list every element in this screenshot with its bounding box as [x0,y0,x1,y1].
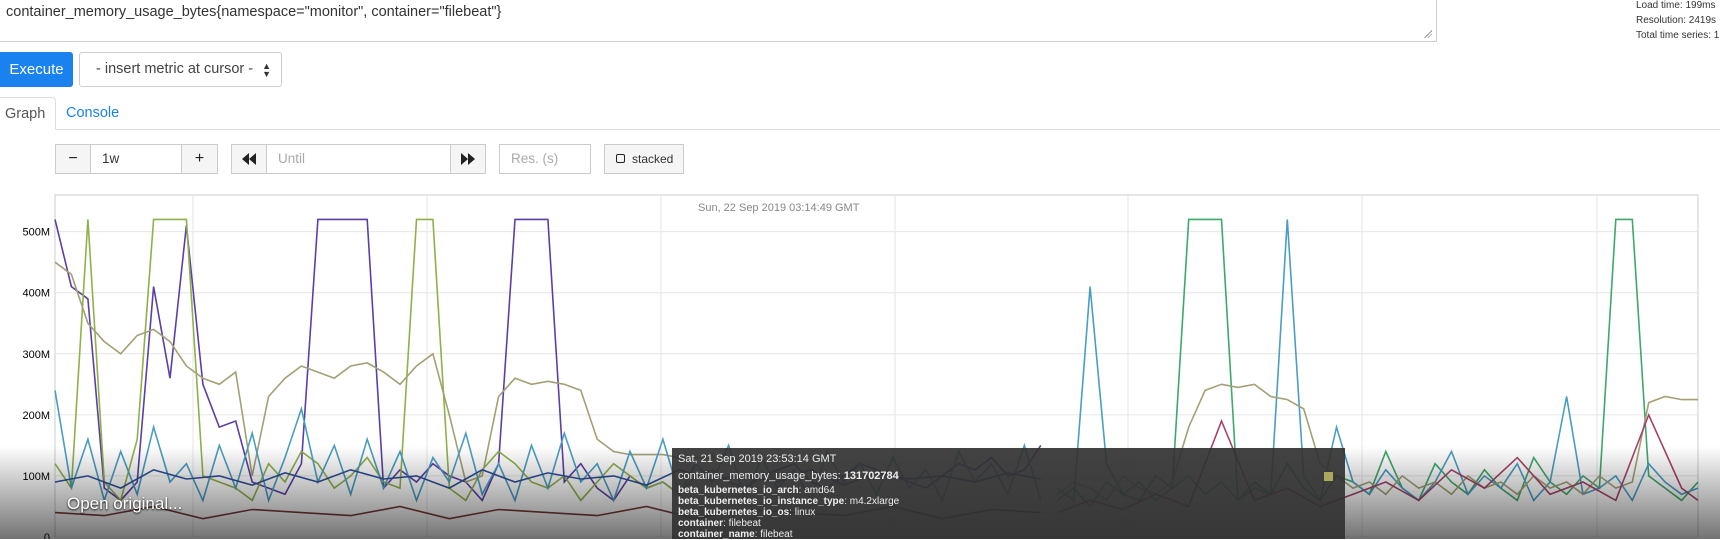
metric-select-value: - insert metric at cursor - [96,61,254,77]
range-input[interactable]: 1w [90,144,182,174]
tooltip-label-value: amd64 [804,485,835,496]
tooltip-label-value: filebeat [728,518,761,529]
y-tick-label: 500M [22,227,50,239]
double-chevron-left-icon [242,153,256,165]
select-arrows-icon: ▲ ▼ [262,61,271,79]
stacked-toggle[interactable]: stacked [604,144,684,174]
tooltip-label-row: beta_kubernetes_io_instance_type: m4.2xl… [678,496,900,507]
checkbox-icon [616,154,625,163]
until-input[interactable]: Until [266,144,451,174]
tooltip-date: Sat, 21 Sep 2019 23:53:14 GMT [678,453,837,465]
tooltip-label-value: m4.2xlarge [849,496,900,507]
expression-input[interactable]: container_memory_usage_bytes{namespace="… [0,0,1437,42]
tooltip-label-key: beta_kubernetes_io_arch [678,485,799,496]
tooltip-label-value: linux [794,507,816,518]
resolution-input[interactable]: Res. (s) [499,144,591,174]
double-chevron-right-icon [461,153,475,165]
tooltip-label-row: beta_kubernetes_io_os: linux [678,507,816,518]
y-tick-label: 400M [22,288,50,300]
tooltip-label-value: filebeat [760,529,793,540]
query-stats: Load time: 199ms Resolution: 2419s Total… [1636,0,1719,43]
tooltip-metric: container_memory_usage_bytes: 131702784 [678,471,1339,482]
tooltip-metric-value: 131702784 [843,470,899,482]
tooltip-label-row: container: filebeat [678,518,761,529]
metric-select[interactable]: - insert metric at cursor - ▲ ▼ [79,52,282,87]
series-color-swatch [1324,472,1333,481]
resize-handle-icon[interactable] [1424,30,1432,38]
tooltip-label-key: container [678,518,724,529]
tooltip-label-row: beta_kubernetes_io_arch: amd64 [678,485,835,496]
tab-graph[interactable]: Graph [0,97,56,130]
tab-console[interactable]: Console [66,97,119,130]
range-decrease-button[interactable]: − [55,144,91,174]
time-back-button[interactable] [231,144,267,174]
tooltip-metric-name: container_memory_usage_bytes: [678,470,841,482]
plus-icon: + [194,150,205,167]
tooltip-label-key: beta_kubernetes_io_instance_type [678,496,845,507]
range-increase-button[interactable]: + [181,144,218,174]
minus-icon: − [68,150,78,167]
open-original-link[interactable]: Open original... [67,494,182,514]
load-time: Load time: 199ms [1636,0,1716,11]
tooltip-label-key: container_name [678,529,755,540]
expression-text: container_memory_usage_bytes{namespace="… [6,4,502,20]
stacked-label: stacked [632,152,674,166]
tooltip-label-key: beta_kubernetes_io_os [678,507,790,518]
execute-button[interactable]: Execute [0,52,73,87]
time-forward-button[interactable] [450,144,486,174]
y-tick-label: 300M [22,349,50,361]
resolution: Resolution: 2419s [1636,15,1717,26]
tooltip-label-row: container_name: filebeat [678,529,793,540]
total-time-series: Total time series: 1 [1636,30,1720,41]
hover-time-label: Sun, 22 Sep 2019 03:14:49 GMT [694,200,864,216]
y-tick-label: 200M [22,410,50,422]
tabs-divider [0,129,1720,130]
series-tooltip: Sat, 21 Sep 2019 23:53:14 GMT container_… [672,448,1345,540]
